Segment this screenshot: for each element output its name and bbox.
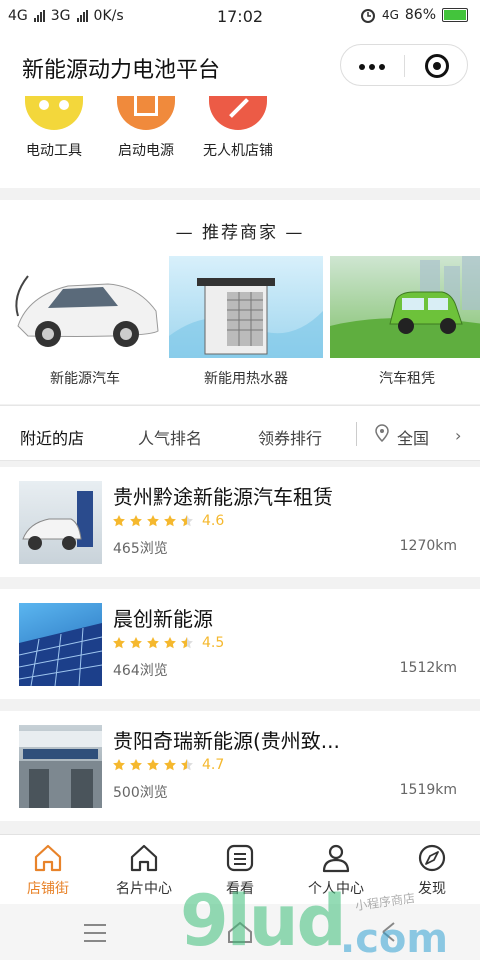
distance: 1270km: [399, 538, 457, 554]
rating-value: 4.7: [202, 757, 225, 773]
category-item-drone-store[interactable]: 无人机店铺: [198, 96, 278, 160]
view-count: 465浏览: [113, 541, 168, 557]
alarm-icon: [360, 9, 375, 23]
filter-tabs: 附近的店 人气排名 领券排行 全国 ›: [0, 405, 480, 461]
tab-label: 店铺街: [27, 881, 69, 897]
recommend-card-ev[interactable]: 新能源汽车: [8, 256, 162, 388]
mini-program-capsule: [340, 44, 468, 86]
tabs-divider: [356, 422, 357, 446]
star-icon: [147, 759, 159, 771]
star-half-icon: [181, 637, 193, 649]
star-icon: [164, 515, 176, 527]
star-icon: [164, 759, 176, 771]
star-icon: [147, 637, 159, 649]
category-label: 电动工具: [26, 143, 82, 159]
store-name: 贵州黔途新能源汽车租赁: [113, 485, 333, 509]
store-list-item[interactable]: 晨创新能源 4.5 464浏览 1512km: [0, 589, 480, 699]
distance: 1519km: [399, 782, 457, 798]
star-rating: 4.5: [112, 635, 224, 651]
recommend-label: 汽车租凭: [379, 371, 435, 387]
status-bar: 4G 3G 0K/s 17:02 4G 86%: [0, 0, 480, 34]
star-icon: [113, 515, 125, 527]
star-icon: [113, 637, 125, 649]
menu-icon[interactable]: [84, 924, 106, 948]
store-name: 贵阳奇瑞新能源(贵州致...: [113, 729, 340, 753]
home-outline-icon: [130, 844, 158, 872]
ev-car-image: [8, 256, 162, 358]
region-selector[interactable]: 全国: [397, 425, 429, 449]
home-icon: [34, 844, 62, 872]
star-icon: [130, 759, 142, 771]
star-half-icon: [181, 759, 193, 771]
capsule-divider: [404, 55, 405, 77]
battery-percent: 86%: [404, 7, 436, 23]
watermark-suffix: .com: [340, 916, 449, 960]
store-thumbnail: [19, 725, 102, 808]
tab-store-street[interactable]: 店铺街: [0, 841, 96, 898]
rating-value: 4.5: [202, 635, 225, 651]
tab-card-center[interactable]: 名片中心: [96, 841, 192, 898]
tab-popular[interactable]: 人气排名: [138, 425, 202, 449]
star-half-icon: [181, 515, 193, 527]
distance: 1512km: [399, 660, 457, 676]
star-icon: [113, 759, 125, 771]
recommend-card-heater[interactable]: 新能用热水器: [169, 256, 323, 388]
store-thumbnail: [19, 481, 102, 564]
recommend-label: 新能源汽车: [50, 371, 120, 387]
nav-bar: 新能源动力电池平台: [0, 34, 480, 96]
category-label: 无人机店铺: [203, 143, 273, 159]
view-count: 500浏览: [113, 785, 168, 801]
close-target-icon[interactable]: [425, 54, 449, 78]
water-heater-image: [169, 256, 323, 358]
store-name: 晨创新能源: [113, 607, 213, 631]
chevron-right-icon[interactable]: ›: [455, 426, 461, 445]
compass-icon: [418, 844, 446, 872]
star-rating: 4.7: [112, 757, 224, 773]
power-tools-icon: [25, 96, 83, 130]
list-icon: [226, 844, 254, 872]
location-pin-icon: [375, 424, 389, 442]
store-list-item[interactable]: 贵州黔途新能源汽车租赁 4.6 465浏览 1270km: [0, 467, 480, 577]
view-count: 464浏览: [113, 663, 168, 679]
category-item-jump-starter[interactable]: 启动电源: [106, 96, 186, 160]
tab-label: 名片中心: [116, 881, 172, 897]
category-item-power-tools[interactable]: 电动工具: [14, 96, 94, 160]
jump-starter-icon: [117, 96, 175, 130]
category-label: 启动电源: [118, 143, 174, 159]
star-icon: [164, 637, 176, 649]
store-thumbnail: [19, 603, 102, 686]
more-icon[interactable]: [359, 64, 385, 70]
section-heading: — 推荐商家 —: [175, 223, 305, 243]
tab-discover[interactable]: 发现: [384, 841, 480, 898]
star-rating: 4.6: [112, 513, 224, 529]
user-icon: [322, 844, 350, 873]
store-list-item[interactable]: 贵阳奇瑞新能源(贵州致... 4.7 500浏览 1519km: [0, 711, 480, 821]
category-row: 电动工具 启动电源 无人机店铺: [0, 96, 480, 188]
car-rental-image: [330, 256, 480, 358]
star-icon: [130, 515, 142, 527]
network-label: 4G: [381, 8, 399, 22]
recommend-label: 新能用热水器: [204, 371, 288, 387]
page-title: 新能源动力电池平台: [22, 58, 221, 83]
star-icon: [147, 515, 159, 527]
tab-nearby[interactable]: 附近的店: [20, 425, 84, 449]
rating-value: 4.6: [202, 513, 225, 529]
battery-icon: [442, 8, 468, 22]
watermark-logo: 9lud: [180, 880, 347, 960]
recommend-card-rental[interactable]: 汽车租凭: [330, 256, 480, 388]
tab-coupon[interactable]: 领券排行: [258, 425, 322, 449]
star-icon: [130, 637, 142, 649]
recommended-section: — 推荐商家 — 新能源汽车 新能用热水器 汽车租凭: [0, 200, 480, 404]
drone-icon: [209, 96, 267, 130]
